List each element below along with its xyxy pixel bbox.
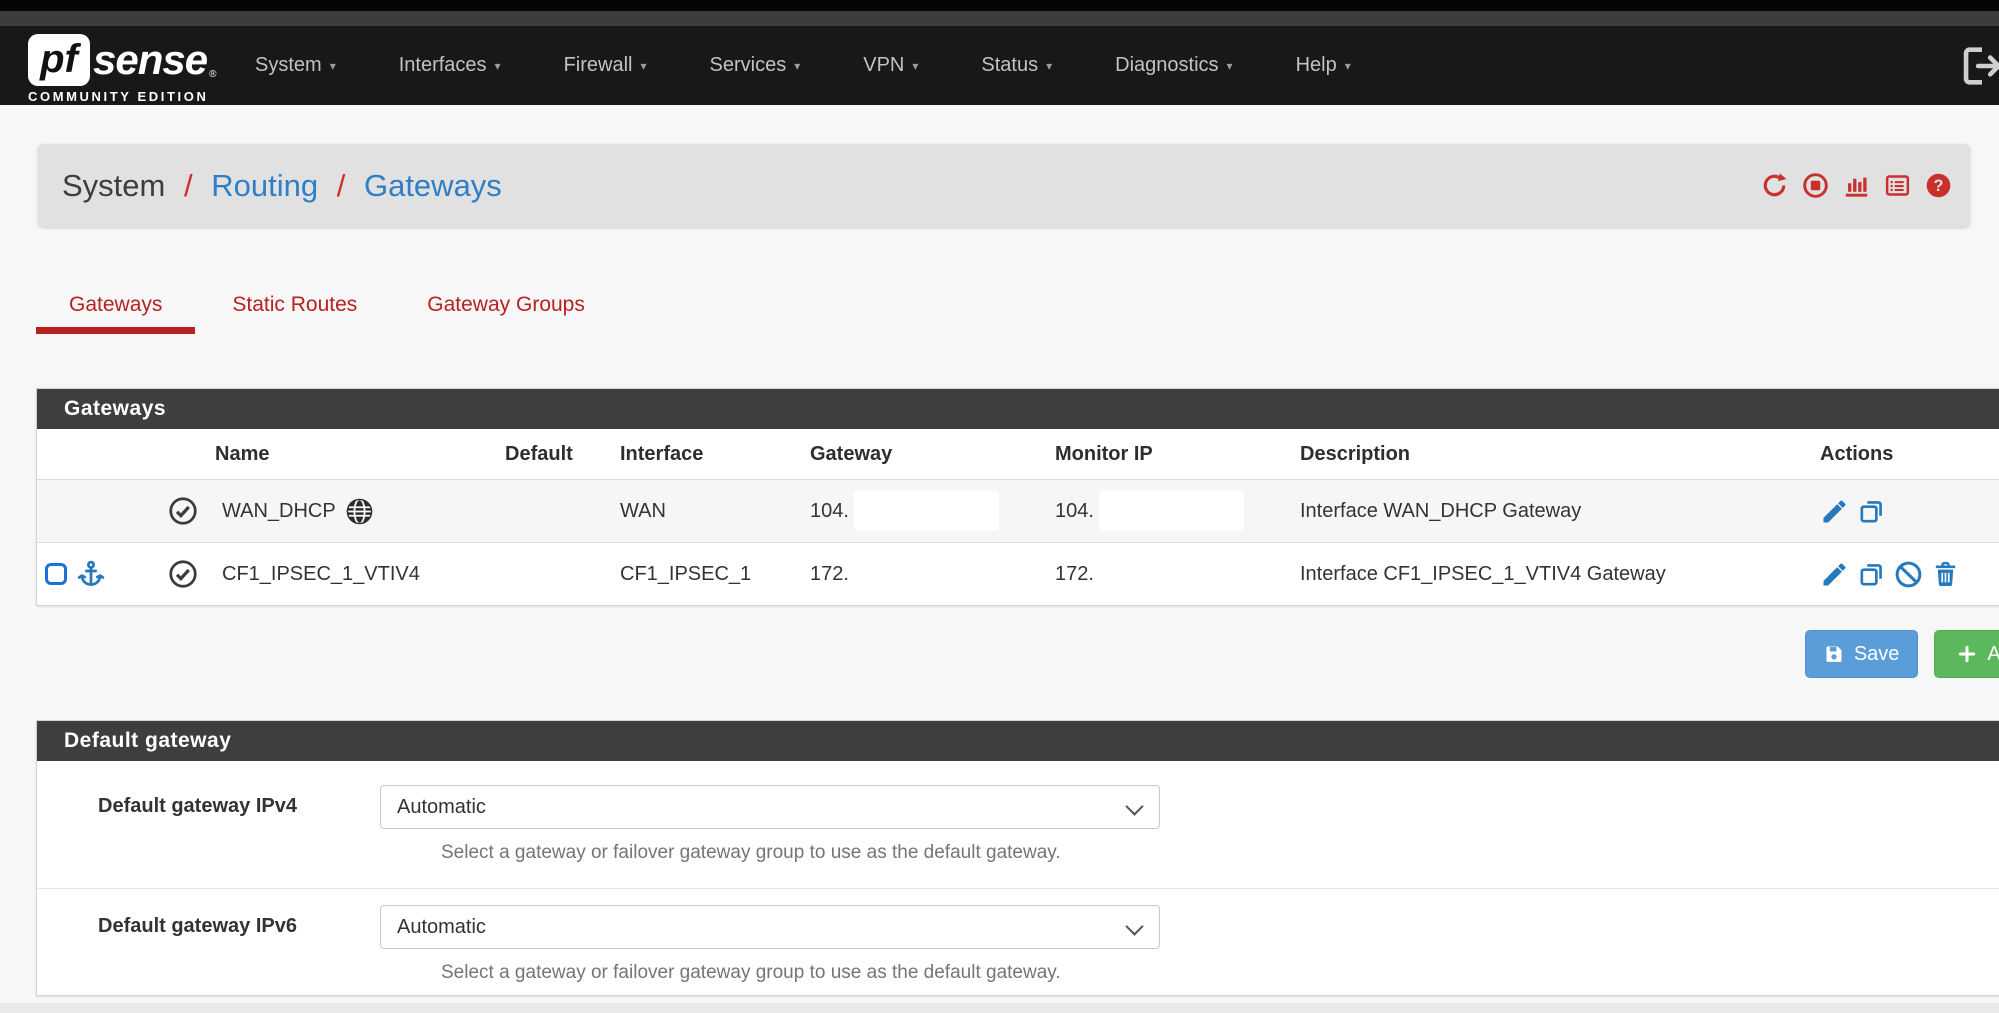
chart-icon[interactable] (1843, 172, 1870, 199)
tab-static-routes[interactable]: Static Routes (199, 287, 390, 334)
col-header-name: Name (207, 429, 497, 480)
default-gateway-ipv6-row: Default gateway IPv6Automatic Select a g… (37, 888, 1999, 995)
save-button[interactable]: Save (1805, 630, 1919, 678)
default-gateway-ipv6-select[interactable]: Automatic (380, 905, 1160, 949)
pfsense-logo-sense: sense (93, 36, 207, 84)
col-header-default: Default (497, 429, 612, 480)
default-gateway-panel: Default gateway Default gateway IPv4Auto… (36, 720, 1999, 996)
nav-menu: System▾ Interfaces▾ Firewall▾ Services▾ … (255, 26, 1351, 105)
help-icon[interactable]: ? (1925, 172, 1952, 199)
gateways-table: Name Default Interface Gateway Monitor I… (37, 429, 1999, 605)
add-button[interactable]: Add (1934, 630, 1999, 678)
gateways-panel: Gateways Name Default Interface Gateway … (36, 388, 1999, 606)
redacted-value (1099, 491, 1244, 531)
gateway-default-cell (497, 480, 612, 543)
breadcrumb-separator: / (184, 168, 193, 203)
refresh-icon[interactable] (1761, 172, 1788, 199)
row-checkbox[interactable] (45, 563, 67, 585)
default-gateway-ipv4-select[interactable]: Automatic (380, 785, 1160, 829)
gateway-online-icon (168, 559, 198, 589)
chevron-down-icon (1125, 917, 1143, 935)
save-icon (1824, 644, 1844, 664)
nav-item-interfaces[interactable]: Interfaces▾ (399, 54, 501, 77)
gateway-address: 104. (810, 500, 849, 523)
chevron-down-icon: ▾ (1345, 59, 1351, 73)
anchor-icon (76, 559, 106, 589)
chevron-down-icon: ▾ (1227, 59, 1233, 73)
col-header-interface: Interface (612, 429, 802, 480)
table-row: CF1_IPSEC_1_VTIV4 CF1_IPSEC_1 172. 172. … (37, 543, 1999, 606)
edit-icon[interactable] (1820, 560, 1849, 589)
default-gateway-ipv6-label: Default gateway IPv6 (98, 905, 380, 938)
breadcrumb-separator: / (337, 168, 346, 203)
chevron-down-icon: ▾ (1046, 59, 1052, 73)
default-gateway-ipv4-label: Default gateway IPv4 (98, 785, 380, 818)
page-content: System / Routing / Gateways (0, 105, 1999, 1003)
breadcrumb-section: System (62, 168, 165, 203)
chevron-down-icon: ▾ (912, 59, 918, 73)
gateways-panel-title: Gateways (37, 389, 1999, 429)
nav-item-vpn[interactable]: VPN▾ (863, 54, 918, 77)
table-button-row: Save Add (36, 630, 1999, 678)
community-edition-label: COMMUNITY EDITION (28, 89, 216, 104)
gateway-interface: WAN (612, 480, 802, 543)
nav-item-firewall[interactable]: Firewall▾ (564, 54, 647, 77)
col-header-actions: Actions (1812, 429, 1999, 480)
gateway-description: Interface CF1_IPSEC_1_VTIV4 Gateway (1292, 543, 1812, 606)
chevron-down-icon (1125, 797, 1143, 815)
redacted-value (854, 491, 999, 531)
window-title-strip (0, 11, 1999, 26)
plus-icon (1957, 644, 1977, 664)
svg-text:?: ? (1934, 177, 1944, 195)
window-top-strip (0, 0, 1999, 11)
nav-item-status[interactable]: Status▾ (981, 54, 1052, 77)
chevron-down-icon: ▾ (794, 59, 800, 73)
gateway-online-icon (168, 496, 198, 526)
nav-item-diagnostics[interactable]: Diagnostics▾ (1115, 54, 1232, 77)
default-gateway-ipv6-help: Select a gateway or failover gateway gro… (441, 962, 1999, 984)
disable-icon[interactable] (1894, 560, 1923, 589)
tab-gateway-groups[interactable]: Gateway Groups (394, 287, 618, 334)
default-gateway-ipv4-help: Select a gateway or failover gateway gro… (441, 842, 1999, 864)
gateway-address: 172. (810, 563, 849, 586)
monitor-ip: 104. (1055, 500, 1094, 523)
chevron-down-icon: ▾ (495, 59, 501, 73)
tab-gateways[interactable]: Gateways (36, 287, 195, 334)
pfsense-logo-pf: pf (28, 34, 90, 86)
breadcrumb-link-routing[interactable]: Routing (211, 168, 318, 203)
gateway-name: CF1_IPSEC_1_VTIV4 (222, 563, 420, 586)
gateway-description: Interface WAN_DHCP Gateway (1292, 480, 1812, 543)
default-gateway-panel-title: Default gateway (37, 721, 1999, 761)
breadcrumb: System / Routing / Gateways (38, 144, 1970, 227)
col-header-monitor-ip: Monitor IP (1047, 429, 1292, 480)
col-header-description: Description (1292, 429, 1812, 480)
copy-icon[interactable] (1857, 497, 1886, 526)
pfsense-logo[interactable]: pf sense ® COMMUNITY EDITION (28, 34, 216, 104)
nav-item-services[interactable]: Services▾ (710, 54, 801, 77)
edit-icon[interactable] (1820, 497, 1849, 526)
log-list-icon[interactable] (1884, 172, 1911, 199)
breadcrumb-link-gateways[interactable]: Gateways (364, 168, 502, 203)
chevron-down-icon: ▾ (640, 59, 646, 73)
table-header-row: Name Default Interface Gateway Monitor I… (37, 429, 1999, 480)
default-gateway-ipv4-row: Default gateway IPv4Automatic Select a g… (37, 761, 1999, 888)
gateway-interface: CF1_IPSEC_1 (612, 543, 802, 606)
chevron-down-icon: ▾ (330, 59, 336, 73)
col-header-gateway: Gateway (802, 429, 1047, 480)
routing-tabs: Gateways Static Routes Gateway Groups (36, 287, 618, 334)
main-navbar: pf sense ® COMMUNITY EDITION System▾ Int… (0, 26, 1999, 105)
copy-icon[interactable] (1857, 560, 1886, 589)
gateway-name: WAN_DHCP (222, 500, 336, 523)
registered-mark: ® (209, 69, 216, 80)
stop-circle-icon[interactable] (1802, 172, 1829, 199)
sign-out-icon[interactable] (1958, 43, 1999, 89)
table-row: WAN_DHCP WAN 104. 104. (37, 480, 1999, 543)
gateway-default-cell (497, 543, 612, 606)
globe-icon (345, 497, 374, 526)
nav-item-system[interactable]: System▾ (255, 54, 336, 77)
delete-icon[interactable] (1931, 560, 1960, 589)
nav-item-help[interactable]: Help▾ (1296, 54, 1351, 77)
monitor-ip: 172. (1055, 563, 1094, 586)
